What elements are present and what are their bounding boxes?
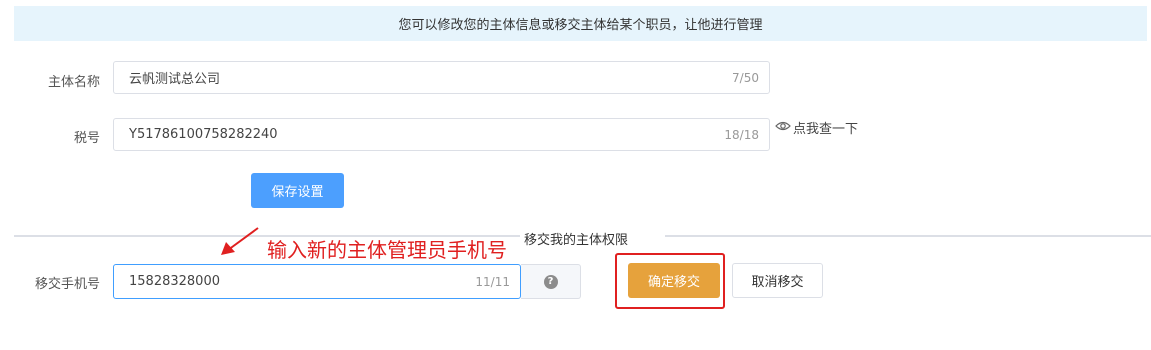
cancel-transfer-button[interactable]: 取消移交 <box>732 263 823 298</box>
tax-number-count: 18/18 <box>724 127 759 142</box>
company-name-value: 云帆测试总公司 <box>129 72 221 87</box>
transfer-phone-value: 15828328000 <box>129 274 220 289</box>
tax-label: 税号 <box>73 131 100 146</box>
help-button[interactable]: ? <box>521 264 581 299</box>
arrow-icon <box>221 227 259 255</box>
help-icon: ? <box>543 274 558 289</box>
transfer-phone-count: 11/11 <box>475 274 510 289</box>
tax-lookup-link[interactable]: 点我查一下 <box>775 118 858 137</box>
tax-number-value: Y51786100758282240 <box>129 127 278 142</box>
transfer-section-title: 移交我的主体权限 <box>520 229 633 248</box>
save-settings-button[interactable]: 保存设置 <box>251 173 344 208</box>
phone-label: 移交手机号 <box>34 277 100 292</box>
company-name-input[interactable]: 云帆测试总公司 7/50 <box>113 61 770 94</box>
company-name-count: 7/50 <box>732 70 759 85</box>
eye-icon <box>775 120 791 136</box>
tax-lookup-text: 点我查一下 <box>793 122 859 137</box>
transfer-phone-input[interactable]: 15828328000 11/11 <box>113 264 521 299</box>
notice-banner: 您可以修改您的主体信息或移交主体给某个职员，让他进行管理 <box>14 6 1147 41</box>
annotation-text: 输入新的主体管理员手机号 <box>267 238 507 262</box>
confirm-transfer-button[interactable]: 确定移交 <box>628 263 720 298</box>
tax-number-input[interactable]: Y51786100758282240 18/18 <box>113 118 770 151</box>
name-label: 主体名称 <box>47 75 100 90</box>
notice-text: 您可以修改您的主体信息或移交主体给某个职员，让他进行管理 <box>398 18 763 33</box>
divider-right <box>665 235 1151 237</box>
